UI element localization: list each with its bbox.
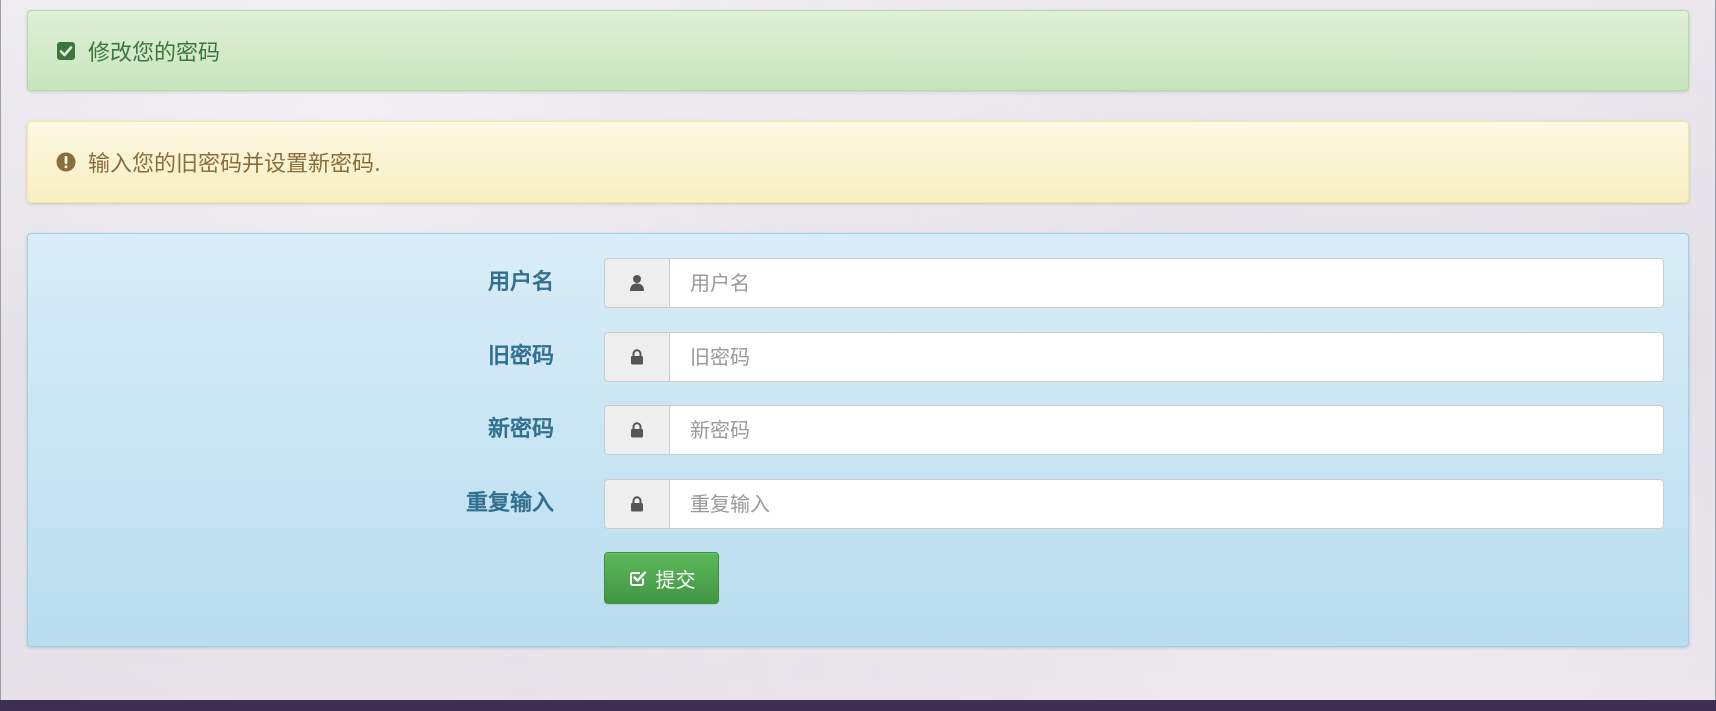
exclamation-circle-icon xyxy=(56,152,76,172)
form-row-repeat-password: 重复输入 xyxy=(28,479,1688,529)
success-alert: 修改您的密码 xyxy=(27,10,1689,91)
success-alert-text: 修改您的密码 xyxy=(88,40,221,66)
form-row-new-password: 新密码 xyxy=(28,405,1688,455)
form-row-old-password: 旧密码 xyxy=(28,332,1688,382)
new-password-label: 新密码 xyxy=(487,417,554,442)
lock-icon xyxy=(604,405,669,455)
user-icon xyxy=(604,258,669,308)
submit-button-label: 提交 xyxy=(655,567,696,592)
repeat-password-input-group xyxy=(604,479,1664,529)
username-input-group xyxy=(604,258,1664,308)
check-square-outline-icon xyxy=(628,568,648,588)
username-input[interactable] xyxy=(669,258,1664,308)
username-label: 用户名 xyxy=(487,270,554,295)
repeat-password-input[interactable] xyxy=(669,479,1664,529)
lock-icon xyxy=(604,479,669,529)
page-background: 修改您的密码 输入您的旧密码并设置新密码. 用户名 用户名 旧密码 新密码 重复… xyxy=(0,0,1716,700)
form-row-username: 用户名 xyxy=(28,258,1688,308)
old-password-input[interactable] xyxy=(669,332,1664,382)
check-square-icon xyxy=(56,41,76,61)
old-password-input-group xyxy=(604,332,1664,382)
submit-button[interactable]: 提交 xyxy=(604,552,719,604)
warning-alert: 输入您的旧密码并设置新密码. xyxy=(27,121,1689,203)
new-password-input[interactable] xyxy=(669,405,1664,455)
change-password-form-panel: 用户名 旧密码 xyxy=(27,233,1689,647)
new-password-input-group xyxy=(604,405,1664,455)
repeat-password-label: 重复输入 xyxy=(465,491,554,516)
warning-alert-text: 输入您的旧密码并设置新密码. xyxy=(88,152,381,177)
old-password-label: 旧密码 xyxy=(487,344,554,369)
lock-icon xyxy=(604,332,669,382)
